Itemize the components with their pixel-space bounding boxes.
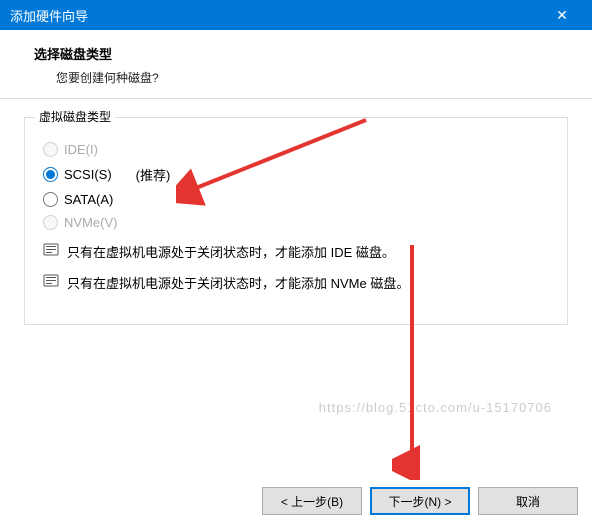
radio-nvme: NVMe(V) xyxy=(43,215,549,230)
group-label: 虚拟磁盘类型 xyxy=(35,108,115,125)
radio-ide-label: IDE(I) xyxy=(64,142,98,157)
radio-nvme-label: NVMe(V) xyxy=(64,215,117,230)
info-icon xyxy=(43,242,59,258)
next-button[interactable]: 下一步(N) > xyxy=(370,487,470,515)
radio-ide: IDE(I) xyxy=(43,142,549,157)
radio-sata-input[interactable] xyxy=(43,192,58,207)
watermark: https://blog.51cto.com/u-15170706 xyxy=(319,400,552,415)
wizard-header: 选择磁盘类型 您要创建何种磁盘? xyxy=(0,30,592,99)
radio-sata-label: SATA(A) xyxy=(64,192,113,207)
info-ide-text: 只有在虚拟机电源处于关闭状态时，才能添加 IDE 磁盘。 xyxy=(67,242,395,261)
radio-nvme-input xyxy=(43,215,58,230)
window-title: 添加硬件向导 xyxy=(10,6,88,25)
disk-type-group: 虚拟磁盘类型 IDE(I) SCSI(S) (推荐) SATA(A) NVMe(… xyxy=(24,117,568,325)
page-subtitle: 您要创建何种磁盘? xyxy=(56,69,572,86)
radio-ide-input xyxy=(43,142,58,157)
info-nvme: 只有在虚拟机电源处于关闭状态时，才能添加 NVMe 磁盘。 xyxy=(43,273,549,292)
radio-sata[interactable]: SATA(A) xyxy=(43,192,549,207)
info-icon xyxy=(43,273,59,289)
info-ide: 只有在虚拟机电源处于关闭状态时，才能添加 IDE 磁盘。 xyxy=(43,242,549,261)
recommended-label: (推荐) xyxy=(136,165,171,184)
radio-scsi-input[interactable] xyxy=(43,167,58,182)
close-icon[interactable]: ✕ xyxy=(542,7,582,24)
radio-scsi[interactable]: SCSI(S) (推荐) xyxy=(43,165,549,184)
info-nvme-text: 只有在虚拟机电源处于关闭状态时，才能添加 NVMe 磁盘。 xyxy=(67,273,409,292)
button-bar: < 上一步(B) 下一步(N) > 取消 xyxy=(0,477,592,525)
back-button[interactable]: < 上一步(B) xyxy=(262,487,362,515)
cancel-button[interactable]: 取消 xyxy=(478,487,578,515)
page-title: 选择磁盘类型 xyxy=(34,44,572,63)
content-area: 虚拟磁盘类型 IDE(I) SCSI(S) (推荐) SATA(A) NVMe(… xyxy=(0,99,592,343)
title-bar: 添加硬件向导 ✕ xyxy=(0,0,592,30)
radio-scsi-label: SCSI(S) xyxy=(64,167,112,182)
